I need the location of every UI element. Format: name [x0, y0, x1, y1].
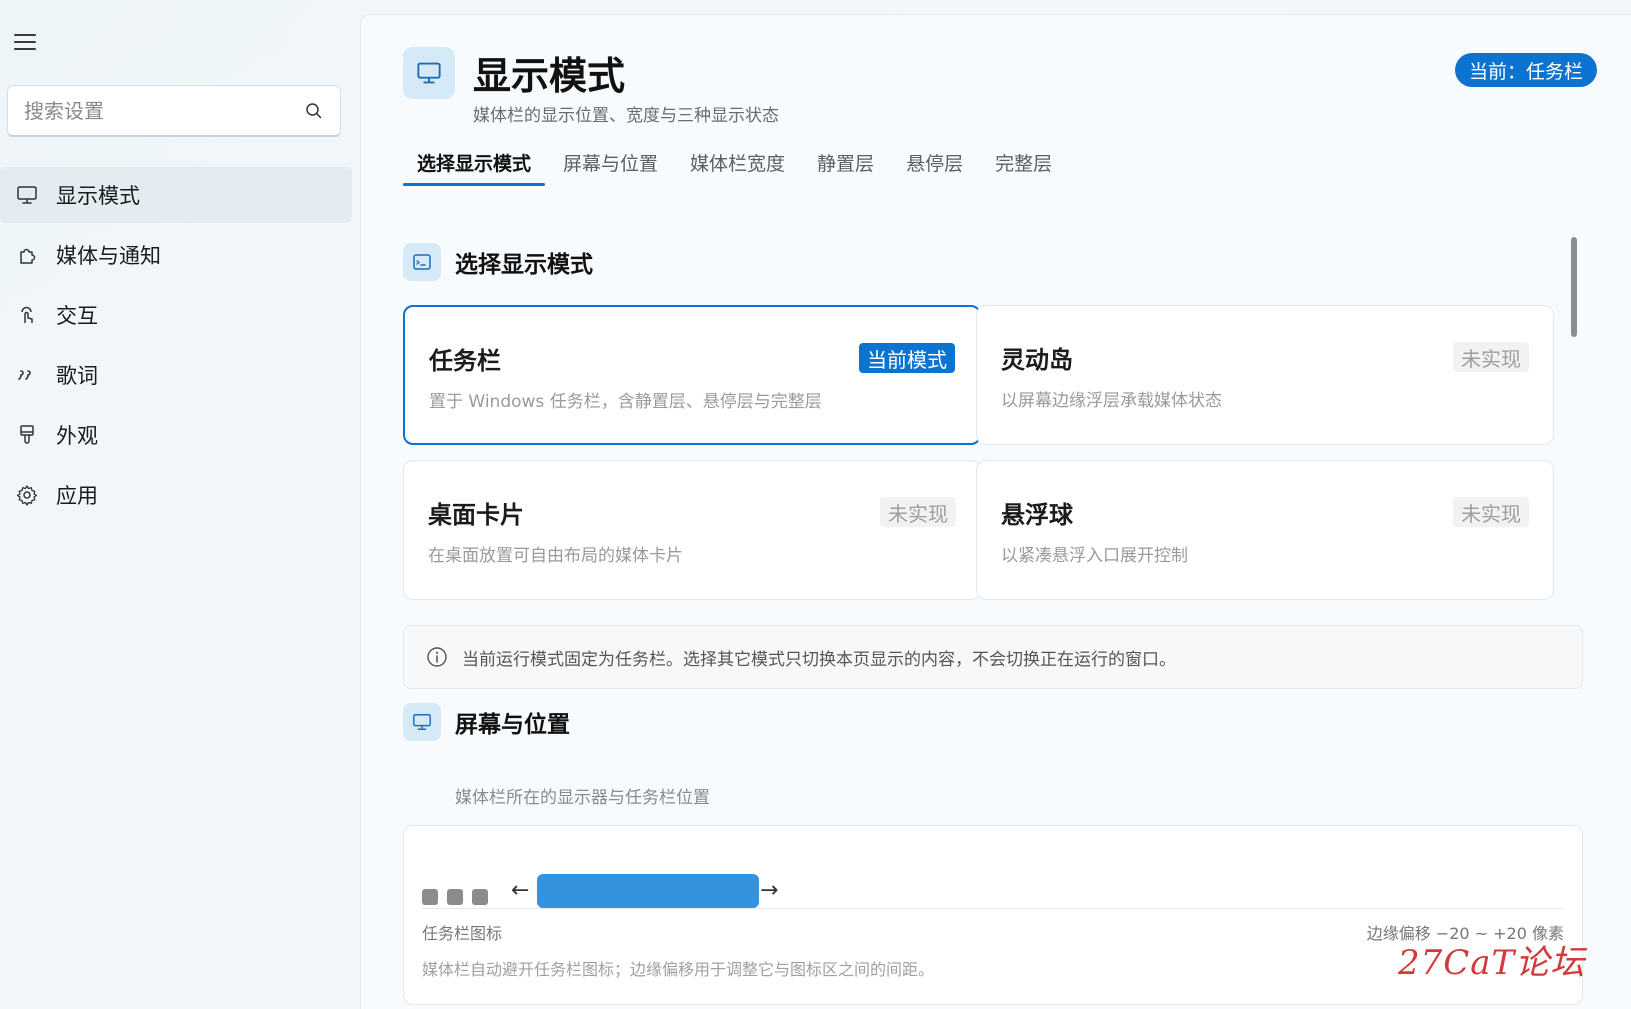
card-title: 桌面卡片 [428, 501, 524, 529]
monitor-icon [403, 703, 441, 741]
taskbar-icons [422, 889, 497, 905]
section-header-select-mode: 选择显示模式 [403, 243, 593, 281]
window-icon [403, 243, 441, 281]
section-header-screen-position: 屏幕与位置 [403, 703, 570, 741]
tab-bar-width[interactable]: 媒体栏宽度 [676, 143, 799, 186]
info-icon [427, 647, 447, 667]
search-box[interactable] [7, 85, 341, 137]
gear-icon [16, 484, 38, 506]
tab-hover-layer[interactable]: 悬停层 [892, 143, 977, 186]
card-title: 任务栏 [429, 347, 501, 375]
page-title: 显示模式 [473, 54, 626, 98]
card-desc: 在桌面放置可自由布局的媒体卡片 [428, 546, 683, 566]
not-implemented-badge: 未实现 [1453, 342, 1529, 372]
not-implemented-badge: 未实现 [1453, 497, 1529, 527]
sidebar: 显示模式 媒体与通知 交互 歌词 外观 [0, 0, 360, 1009]
monitor-icon [403, 47, 455, 99]
main-panel: 显示模式 媒体栏的显示位置、宽度与三种显示状态 当前：任务栏 选择显示模式 屏幕… [360, 14, 1631, 1009]
section-desc: 媒体栏所在的显示器与任务栏位置 [455, 788, 710, 808]
arrow-left-icon[interactable]: ← [511, 878, 529, 903]
info-bar: 当前运行模式固定为任务栏。选择其它模式只切换本页显示的内容，不会切换正在运行的窗… [403, 625, 1583, 689]
sidebar-item-apps[interactable]: 应用 [0, 467, 352, 523]
search-icon[interactable] [304, 101, 324, 121]
sidebar-nav: 显示模式 媒体与通知 交互 歌词 外观 应用 [0, 167, 352, 527]
sidebar-item-lyrics[interactable]: 歌词 [0, 347, 352, 403]
mode-card-dynamic-island[interactable]: 灵动岛 未实现 以屏幕边缘浮层承载媒体状态 [976, 305, 1554, 445]
card-title: 灵动岛 [1001, 346, 1073, 374]
brush-icon [16, 424, 38, 446]
divider [422, 908, 1564, 909]
sidebar-item-label: 媒体与通知 [56, 244, 161, 268]
section-title: 屏幕与位置 [455, 712, 570, 738]
media-bar-preview[interactable] [537, 874, 759, 908]
sidebar-item-display-mode[interactable]: 显示模式 [0, 167, 352, 223]
sidebar-item-media-notify[interactable]: 媒体与通知 [0, 227, 352, 283]
taskbar-app-icon [472, 889, 488, 905]
info-text: 当前运行模式固定为任务栏。选择其它模式只切换本页显示的内容，不会切换正在运行的窗… [462, 649, 1176, 670]
current-mode-badge: 当前模式 [859, 343, 955, 373]
sidebar-item-label: 歌词 [56, 364, 98, 388]
quote-icon [16, 364, 38, 386]
scrollbar-thumb[interactable] [1571, 237, 1577, 337]
watermark-logo: 27CaT论坛 [1398, 943, 1586, 983]
puzzle-icon [16, 244, 38, 266]
card-desc: 以紧凑悬浮入口展开控制 [1001, 546, 1188, 566]
card-desc: 置于 Windows 任务栏，含静置层、悬停层与完整层 [429, 392, 822, 412]
tab-idle-layer[interactable]: 静置层 [803, 143, 888, 186]
sidebar-item-interaction[interactable]: 交互 [0, 287, 352, 343]
mode-card-taskbar[interactable]: 任务栏 当前模式 置于 Windows 任务栏，含静置层、悬停层与完整层 [403, 305, 981, 445]
arrow-right-icon[interactable]: → [760, 878, 778, 903]
preview-note: 媒体栏自动避开任务栏图标；边缘偏移用于调整它与图标区之间的间距。 [422, 960, 935, 979]
tab-screen-position[interactable]: 屏幕与位置 [549, 143, 672, 186]
sidebar-item-label: 显示模式 [56, 184, 140, 208]
search-input[interactable] [24, 98, 304, 123]
touch-icon [16, 304, 38, 326]
monitor-icon [16, 184, 38, 206]
section-title: 选择显示模式 [455, 252, 593, 278]
not-implemented-badge: 未实现 [880, 497, 956, 527]
sidebar-item-appearance[interactable]: 外观 [0, 407, 352, 463]
tab-select-mode[interactable]: 选择显示模式 [403, 143, 546, 186]
taskbar-icons-label: 任务栏图标 [422, 924, 503, 943]
status-badge: 当前：任务栏 [1454, 53, 1597, 87]
tab-full-layer[interactable]: 完整层 [981, 143, 1066, 186]
page-subtitle: 媒体栏的显示位置、宽度与三种显示状态 [473, 106, 779, 126]
taskbar-app-icon [447, 889, 463, 905]
mode-card-floating-ball[interactable]: 悬浮球 未实现 以紧凑悬浮入口展开控制 [976, 460, 1554, 600]
card-desc: 以屏幕边缘浮层承载媒体状态 [1001, 391, 1222, 411]
sidebar-item-label: 外观 [56, 424, 98, 448]
sidebar-item-label: 交互 [56, 304, 98, 328]
taskbar-app-icon [422, 889, 438, 905]
tab-bar: 选择显示模式 屏幕与位置 媒体栏宽度 静置层 悬停层 完整层 [403, 143, 1070, 186]
card-title: 悬浮球 [1001, 501, 1073, 529]
sidebar-item-label: 应用 [56, 484, 98, 508]
mode-card-desktop-card[interactable]: 桌面卡片 未实现 在桌面放置可自由布局的媒体卡片 [403, 460, 981, 600]
menu-icon[interactable] [14, 34, 36, 50]
